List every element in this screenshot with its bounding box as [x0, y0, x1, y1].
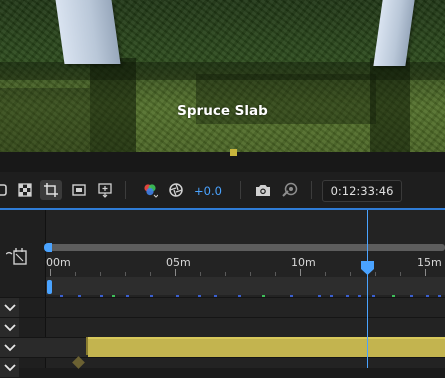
track-row[interactable] — [0, 297, 445, 318]
tick-mark — [250, 272, 251, 276]
safe-frame-button[interactable] — [68, 180, 90, 200]
view-mode-button[interactable] — [0, 180, 12, 200]
tick-mark — [75, 272, 76, 276]
object-label: Spruce Slab — [177, 103, 268, 119]
tick-mark — [300, 269, 301, 276]
tick-mark — [375, 272, 376, 276]
motion-blur-icon — [169, 183, 183, 197]
chevron-down-icon — [3, 343, 16, 351]
tick-mark — [350, 272, 351, 276]
safe-frame-icon — [72, 184, 86, 196]
tick-label: 00m — [46, 256, 71, 269]
track-clip[interactable] — [88, 337, 445, 357]
checker-grid-icon — [18, 183, 32, 197]
camera-icon — [256, 185, 270, 196]
tick-mark — [175, 269, 176, 276]
timecode-display[interactable]: 0:12:33:46 — [322, 180, 402, 202]
tick-label: 10m — [291, 256, 316, 269]
viewport-toolbar: +0.0 0:12:33:46 — [0, 172, 445, 208]
tick-mark — [50, 269, 51, 276]
crop-frame-button[interactable] — [40, 180, 62, 200]
scene-viewport[interactable]: Spruce Slab — [0, 0, 445, 152]
track-expand-toggle[interactable] — [0, 298, 19, 317]
tick-mark — [200, 272, 201, 276]
tick-label: 05m — [166, 256, 191, 269]
chevron-down-icon — [3, 323, 16, 331]
chevron-down-icon — [3, 303, 16, 311]
tick-mark — [125, 272, 126, 276]
right-post — [373, 0, 415, 66]
tick-mark — [100, 272, 101, 276]
color-channels-icon — [144, 184, 158, 198]
motion-blur-button[interactable] — [165, 180, 187, 200]
left-post — [55, 0, 121, 64]
render-button[interactable] — [279, 180, 301, 200]
playhead-marker-icon — [361, 261, 374, 275]
track-expand-toggle[interactable] — [0, 338, 19, 357]
timeline-panel: 00m 05m 10m 15m — [0, 210, 445, 377]
keyframe-summary-track[interactable] — [46, 277, 445, 295]
keyframe-summary-handle[interactable] — [47, 280, 52, 294]
frame-shadow — [0, 88, 90, 152]
toolbar-separator — [125, 181, 126, 199]
tick-mark — [325, 272, 326, 276]
camera-button[interactable] — [252, 180, 274, 200]
playhead-line — [367, 210, 368, 368]
track-expand-toggle[interactable] — [0, 318, 19, 337]
color-channels-button[interactable] — [139, 180, 161, 200]
work-area-start-handle[interactable] — [44, 243, 52, 252]
panel-divider[interactable] — [0, 152, 445, 172]
tick-mark — [225, 272, 226, 276]
view-mode-icon — [0, 184, 7, 196]
toolbar-separator — [240, 181, 241, 199]
tick-mark — [425, 269, 426, 276]
velocity-value[interactable]: +0.0 — [194, 184, 222, 198]
tick-mark — [400, 272, 401, 276]
move-frame-button[interactable] — [94, 180, 116, 200]
snap-icon — [5, 248, 27, 265]
move-frame-icon — [98, 183, 112, 198]
time-ruler[interactable]: 00m 05m 10m 15m — [46, 254, 445, 276]
toolbar-separator — [311, 181, 312, 199]
tick-mark — [150, 272, 151, 276]
pivot-handle[interactable] — [230, 149, 237, 156]
playhead-handle[interactable] — [361, 260, 374, 275]
checker-grid-button[interactable] — [14, 180, 36, 200]
render-icon — [282, 182, 298, 197]
tick-mark — [275, 272, 276, 276]
timeline-settings-button[interactable] — [5, 248, 30, 268]
crop-frame-icon — [44, 183, 58, 197]
track-row[interactable] — [0, 317, 445, 338]
work-area-bar[interactable] — [48, 244, 445, 251]
tick-label: 15m — [417, 256, 442, 269]
